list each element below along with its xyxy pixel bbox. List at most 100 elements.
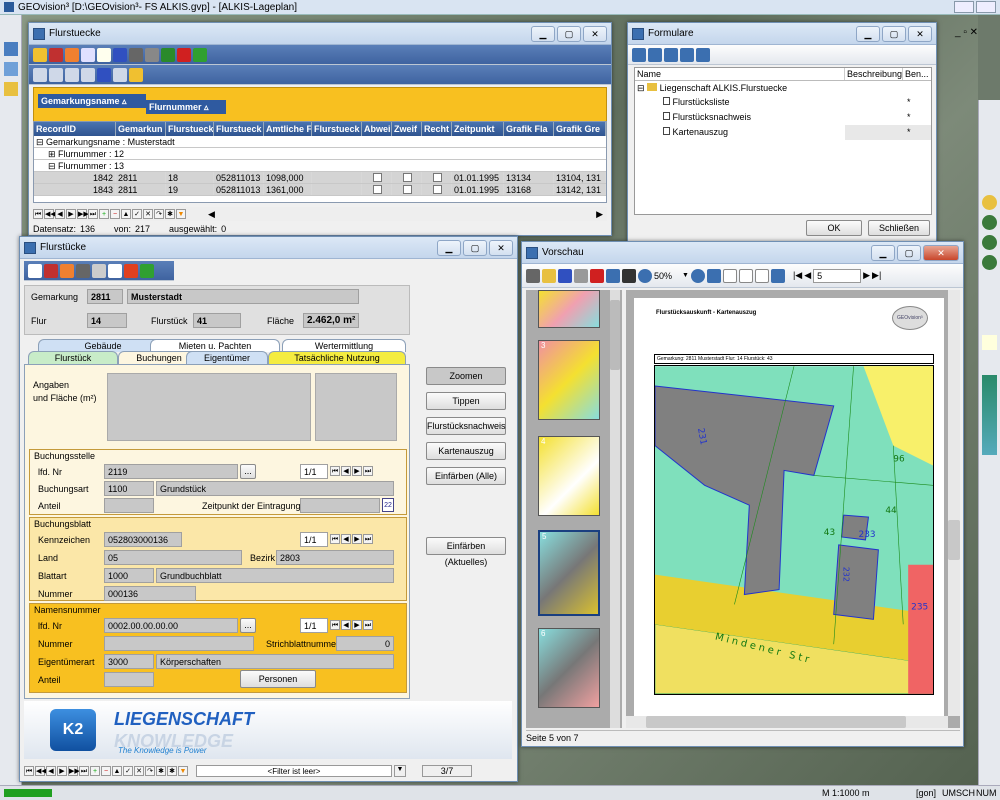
- nn-lfd-field[interactable]: 0002.00.00.00.00: [104, 618, 238, 633]
- minimize-button[interactable]: ▁: [856, 25, 880, 42]
- first-page-icon[interactable]: |◀: [793, 270, 802, 281]
- table-row[interactable]: 1843 2811 19 052811013 1361,000 01.01.19…: [34, 184, 606, 196]
- maximize-button[interactable]: ▢: [897, 244, 921, 261]
- minimize-button[interactable]: ▁: [437, 239, 461, 256]
- export-icon[interactable]: [574, 268, 588, 283]
- open-icon[interactable]: [542, 268, 556, 283]
- grid-col-header[interactable]: Grafik Gre: [554, 122, 606, 136]
- thumbnail-page[interactable]: 4: [538, 436, 600, 516]
- thumbnail-page-selected[interactable]: 5: [538, 530, 600, 616]
- grid-col-header[interactable]: Flurstueck: [214, 122, 264, 136]
- close-button[interactable]: ✕: [489, 239, 513, 256]
- lfd-field[interactable]: 2119: [104, 464, 238, 479]
- blattart-name-field[interactable]: Grundbuchblatt: [156, 568, 394, 583]
- column-icon[interactable]: [108, 263, 122, 278]
- bezirk-field[interactable]: 2803: [276, 550, 394, 565]
- flurstuecksnachweis-button[interactable]: Flurstücksnachweis: [426, 417, 506, 435]
- formulare-titlebar[interactable]: Formulare ▁ ▢ ✕: [628, 23, 936, 45]
- tools-icon[interactable]: [140, 263, 154, 278]
- select-icon[interactable]: [28, 263, 42, 278]
- print-icon[interactable]: [129, 47, 143, 62]
- color-icon[interactable]: [124, 263, 138, 278]
- multi-page-icon[interactable]: [738, 268, 753, 283]
- grid-col-header[interactable]: Gemarkun: [116, 122, 166, 136]
- checkbox[interactable]: [373, 185, 382, 194]
- angaben-field-2[interactable]: [315, 373, 397, 441]
- flur-field[interactable]: 14: [87, 313, 127, 328]
- grid-col-header[interactable]: Amtliche F: [264, 122, 312, 136]
- print-icon[interactable]: [76, 263, 90, 278]
- checkbox[interactable]: [403, 185, 412, 194]
- pager-nav[interactable]: ⏮ ◀ ▶ ⏭: [330, 466, 373, 476]
- zoom-out-icon[interactable]: [690, 268, 705, 283]
- nn-lookup-button[interactable]: ...: [240, 618, 256, 633]
- grid-icon-3[interactable]: [65, 67, 79, 82]
- delete-form-icon[interactable]: [680, 47, 694, 62]
- vorschau-titlebar[interactable]: Vorschau ▁ ▢ ✕: [522, 242, 963, 264]
- preview-vscrollbar[interactable]: [948, 290, 960, 716]
- filter-icon[interactable]: [97, 47, 111, 62]
- edit-icon[interactable]: [770, 268, 785, 283]
- pan-icon[interactable]: [982, 335, 997, 350]
- table-icon[interactable]: [49, 47, 63, 62]
- group-row[interactable]: ⊟ Gemarkungsname : Musterstadt: [34, 136, 606, 148]
- hscroll-left-icon[interactable]: ◀: [208, 209, 215, 220]
- arrow-tools-icon[interactable]: [982, 375, 997, 455]
- grid-icon[interactable]: [92, 263, 106, 278]
- group-chip-gemarkungsname[interactable]: Gemarkungsname ▵: [38, 94, 146, 108]
- form-icon[interactable]: [60, 263, 74, 278]
- record-nav-buttons[interactable]: ⏮ ◀◀ ◀ ▶ ▶▶ ⏭ + − ▲ ✓ ✕ ↷ ✱ ▼: [33, 209, 186, 219]
- preview-hscrollbar[interactable]: [626, 716, 948, 728]
- save-icon[interactable]: [558, 268, 572, 283]
- group-row[interactable]: ⊟ Flurnummer : 13: [34, 160, 606, 172]
- select-tool-icon[interactable]: [4, 42, 18, 56]
- grid-col-header[interactable]: Zweif: [392, 122, 422, 136]
- checkbox[interactable]: [433, 185, 442, 194]
- tab-eigentuemer[interactable]: Eigentümer: [186, 351, 268, 364]
- link-icon[interactable]: [129, 67, 143, 82]
- grid-col-header[interactable]: Zeitpunkt: [452, 122, 504, 136]
- print-preview-icon[interactable]: [145, 47, 159, 62]
- zoom-level[interactable]: 50%: [654, 271, 680, 281]
- checkbox[interactable]: [373, 173, 382, 182]
- prev-page-icon[interactable]: ◀: [804, 270, 811, 281]
- close-button[interactable]: ✕: [583, 25, 607, 42]
- open-form-icon[interactable]: [648, 47, 662, 62]
- form-icon[interactable]: [33, 47, 47, 62]
- einfaerben-aktuelles-button[interactable]: Einfärben (Aktuelles): [426, 537, 506, 567]
- copy-form-icon[interactable]: [664, 47, 678, 62]
- group-chip-flurnummer[interactable]: Flurnummer ▵: [146, 100, 226, 114]
- kartenauszug-button[interactable]: Kartenauszug: [426, 442, 506, 460]
- filter-icon[interactable]: [44, 263, 58, 278]
- grid-col-header[interactable]: Flurstueck: [312, 122, 362, 136]
- grid-col-header[interactable]: Grafik Fla: [504, 122, 554, 136]
- hscroll-right-icon[interactable]: ▶: [596, 209, 607, 220]
- pager-nav[interactable]: ⏮ ◀ ▶ ⏭: [330, 620, 373, 630]
- maximize-button[interactable]: ▢: [882, 25, 906, 42]
- gemarkung-nr-field[interactable]: 2811: [87, 289, 123, 304]
- pdf-icon[interactable]: [590, 268, 604, 283]
- blattart-nr-field[interactable]: 1000: [104, 568, 154, 583]
- personen-button[interactable]: Personen: [240, 670, 316, 688]
- kennzeichen-field[interactable]: 052803000136: [104, 532, 182, 547]
- add-form-icon[interactable]: [696, 47, 710, 62]
- next-page-icon[interactable]: ▶: [863, 270, 870, 281]
- zoom-in-icon[interactable]: [982, 195, 997, 210]
- checkbox[interactable]: [403, 173, 412, 182]
- app-minimize-button[interactable]: [954, 1, 974, 13]
- point-tool-icon[interactable]: [4, 62, 18, 76]
- grid-col-header[interactable]: RecordID: [34, 122, 116, 136]
- mail-icon[interactable]: [606, 268, 620, 283]
- zoom-dropdown-icon[interactable]: ▼: [682, 272, 689, 279]
- calendar-icon[interactable]: 22: [382, 498, 394, 512]
- nn-anteil-field[interactable]: [104, 672, 154, 687]
- minimize-button[interactable]: ▁: [871, 244, 895, 261]
- group-row[interactable]: ⊞ Flurnummer : 12: [34, 148, 606, 160]
- single-page-icon[interactable]: [722, 268, 737, 283]
- hand-tool-icon[interactable]: [4, 82, 18, 96]
- gemarkung-name-field[interactable]: Musterstadt: [127, 289, 359, 304]
- thumbnail-page[interactable]: 3: [538, 340, 600, 420]
- tree-item[interactable]: Kartenauszug *: [635, 125, 931, 140]
- tree-item[interactable]: Flurstücksliste *: [635, 95, 931, 110]
- minimize-button[interactable]: ▁: [531, 25, 555, 42]
